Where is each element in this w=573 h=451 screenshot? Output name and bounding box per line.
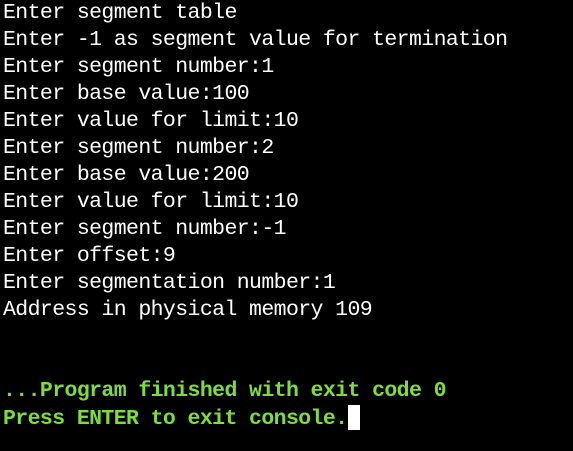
output-line: Enter segment number:-1	[3, 217, 287, 241]
output-line: Enter base value:100	[3, 82, 250, 106]
program-finished-message: ...Program finished with exit code 0	[3, 379, 446, 403]
output-line: Enter value for limit:10	[3, 109, 299, 133]
output-line: Enter segment table	[3, 1, 237, 25]
output-line: Enter -1 as segment value for terminatio…	[3, 28, 508, 52]
exit-prompt-text: Press ENTER to exit console.	[3, 407, 348, 431]
exit-prompt-line: Press ENTER to exit console.	[3, 405, 573, 432]
output-line: Enter offset:9	[3, 244, 176, 268]
output-line: Enter segment number:1	[3, 55, 274, 79]
output-line: Enter value for limit:10	[3, 190, 299, 214]
output-line: Enter base value:200	[3, 163, 250, 187]
console-output[interactable]: Enter segment table Enter -1 as segment …	[0, 0, 573, 451]
output-line: Enter segment number:2	[3, 136, 274, 160]
output-line: Enter segmentation number:1	[3, 271, 336, 295]
output-line: Address in physical memory 109	[3, 298, 373, 322]
text-cursor	[348, 405, 361, 430]
